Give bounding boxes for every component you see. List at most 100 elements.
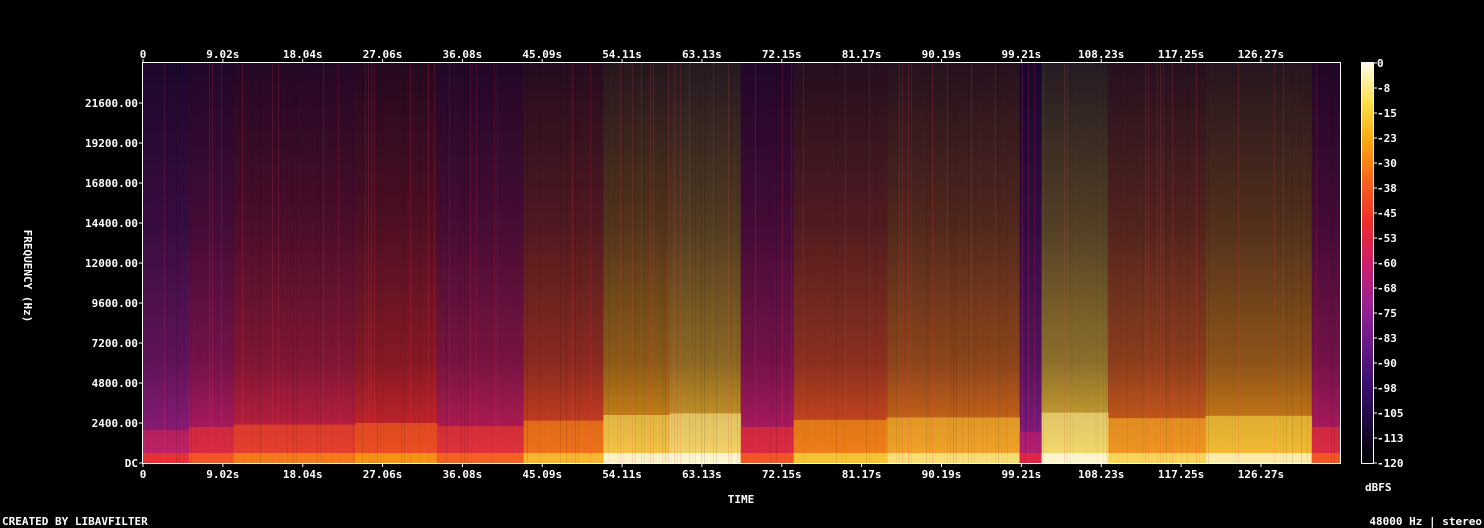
texture-stripe <box>1235 63 1236 463</box>
texture-stripe <box>887 63 888 463</box>
texture-stripe <box>146 63 147 463</box>
colorbar-tick-label: -105 <box>1377 407 1404 420</box>
x-tick-label-top: 126.27s <box>1238 48 1284 61</box>
texture-stripe <box>143 63 144 463</box>
dc-band <box>740 453 795 463</box>
texture-stripe <box>1313 63 1314 463</box>
texture-stripe <box>1025 63 1026 463</box>
texture-stripe <box>953 63 954 463</box>
texture-stripe <box>527 63 528 463</box>
texture-stripe <box>1109 63 1110 463</box>
texture-stripe <box>1283 63 1284 463</box>
texture-stripe <box>1229 63 1230 463</box>
texture-stripe <box>608 63 609 463</box>
texture-stripe <box>1097 63 1098 463</box>
y-axis: DC 2400.00 4800.00 7200.00 9600.00 12000.00 14… <box>85 97 143 470</box>
texture-stripe <box>566 63 567 463</box>
texture-stripe <box>911 63 912 463</box>
texture-stripe <box>950 63 951 463</box>
texture-stripe <box>467 63 468 463</box>
texture-stripe <box>410 63 411 463</box>
time-segment <box>603 63 671 463</box>
texture-stripe <box>293 63 294 463</box>
x-tick-label-top: 99.21s <box>1001 48 1041 61</box>
texture-stripe <box>1208 63 1209 463</box>
texture-stripe <box>971 63 972 463</box>
texture-stripe <box>320 63 321 463</box>
texture-stripe <box>491 63 492 463</box>
texture-stripe <box>1307 63 1308 463</box>
texture-stripe <box>464 63 465 463</box>
texture-stripe <box>908 63 909 463</box>
texture-stripe <box>665 63 666 463</box>
x-tick-label-bottom: 90.19s <box>922 468 962 481</box>
texture-stripe <box>1157 63 1158 463</box>
texture-stripe <box>1322 63 1323 463</box>
texture-stripe <box>1022 63 1023 463</box>
texture-stripe <box>287 63 288 463</box>
texture-stripe <box>578 63 579 463</box>
texture-stripe <box>1166 63 1167 463</box>
x-tick-label-bottom: 36.08s <box>443 468 483 481</box>
x-tick-label-bottom: 54.11s <box>602 468 642 481</box>
time-segment <box>1205 63 1313 463</box>
spectrogram-figure: 0 9.02s 18.04s 27.06s 36.08s 45.09s 54.11s 63.1… <box>21 48 1404 506</box>
texture-stripe <box>653 63 654 463</box>
texture-stripe <box>1181 63 1182 463</box>
texture-stripe <box>644 63 645 463</box>
colorbar-tick-label: -45 <box>1377 207 1397 220</box>
colorbar-tick-label: -23 <box>1377 132 1397 145</box>
time-segment <box>1041 63 1109 463</box>
dc-band <box>603 453 671 463</box>
texture-stripe <box>776 63 777 463</box>
texture-stripe <box>746 63 747 463</box>
texture-stripe <box>758 63 759 463</box>
texture-stripe <box>638 63 639 463</box>
time-segment <box>740 63 795 463</box>
colorbar-tick-label: -68 <box>1377 282 1397 295</box>
texture-stripe <box>617 63 618 463</box>
x-tick-label-top: 63.13s <box>682 48 722 61</box>
x-tick-label-bottom: 108.23s <box>1078 468 1124 481</box>
texture-stripe <box>371 63 372 463</box>
footer-audio-format: 48000 Hz | stereo <box>1369 515 1482 528</box>
texture-stripe <box>575 63 576 463</box>
texture-stripe <box>647 63 648 463</box>
texture-stripe <box>695 63 696 463</box>
texture-stripe <box>1004 63 1005 463</box>
texture-stripe <box>968 63 969 463</box>
colorbar-tick-label: -53 <box>1377 232 1397 245</box>
texture-stripe <box>650 63 651 463</box>
texture-stripe <box>632 63 633 463</box>
texture-stripe <box>338 63 339 463</box>
texture-stripe <box>380 63 381 463</box>
x-tick-label-top: 45.09s <box>522 48 562 61</box>
colorbar-tick-label: -120 <box>1377 457 1404 470</box>
y-tick-label: 7200.00 <box>92 337 138 350</box>
texture-stripe <box>875 63 876 463</box>
texture-stripe <box>995 63 996 463</box>
texture-stripe <box>461 63 462 463</box>
colorbar-tick-label: -113 <box>1377 432 1404 445</box>
texture-stripe <box>755 63 756 463</box>
colorbar-tick-label: -98 <box>1377 382 1397 395</box>
texture-stripe <box>323 63 324 463</box>
texture-stripe <box>1316 63 1317 463</box>
x-tick-label-top: 108.23s <box>1078 48 1124 61</box>
texture-stripe <box>1103 63 1104 463</box>
texture-stripe <box>551 63 552 463</box>
texture-stripe <box>449 63 450 463</box>
texture-stripe <box>1205 63 1206 463</box>
texture-stripe <box>869 63 870 463</box>
texture-stripe <box>1277 63 1278 463</box>
x-tick-label-bottom: 63.13s <box>682 468 722 481</box>
texture-stripe <box>1199 63 1200 463</box>
dc-band <box>1108 453 1206 463</box>
texture-stripe <box>494 63 495 463</box>
texture-stripe <box>986 63 987 463</box>
texture-stripe <box>620 63 621 463</box>
x-tick-label-bottom: 72.15s <box>762 468 802 481</box>
x-tick-label-top: 27.06s <box>363 48 403 61</box>
texture-stripe <box>281 63 282 463</box>
texture-stripe <box>1187 63 1188 463</box>
